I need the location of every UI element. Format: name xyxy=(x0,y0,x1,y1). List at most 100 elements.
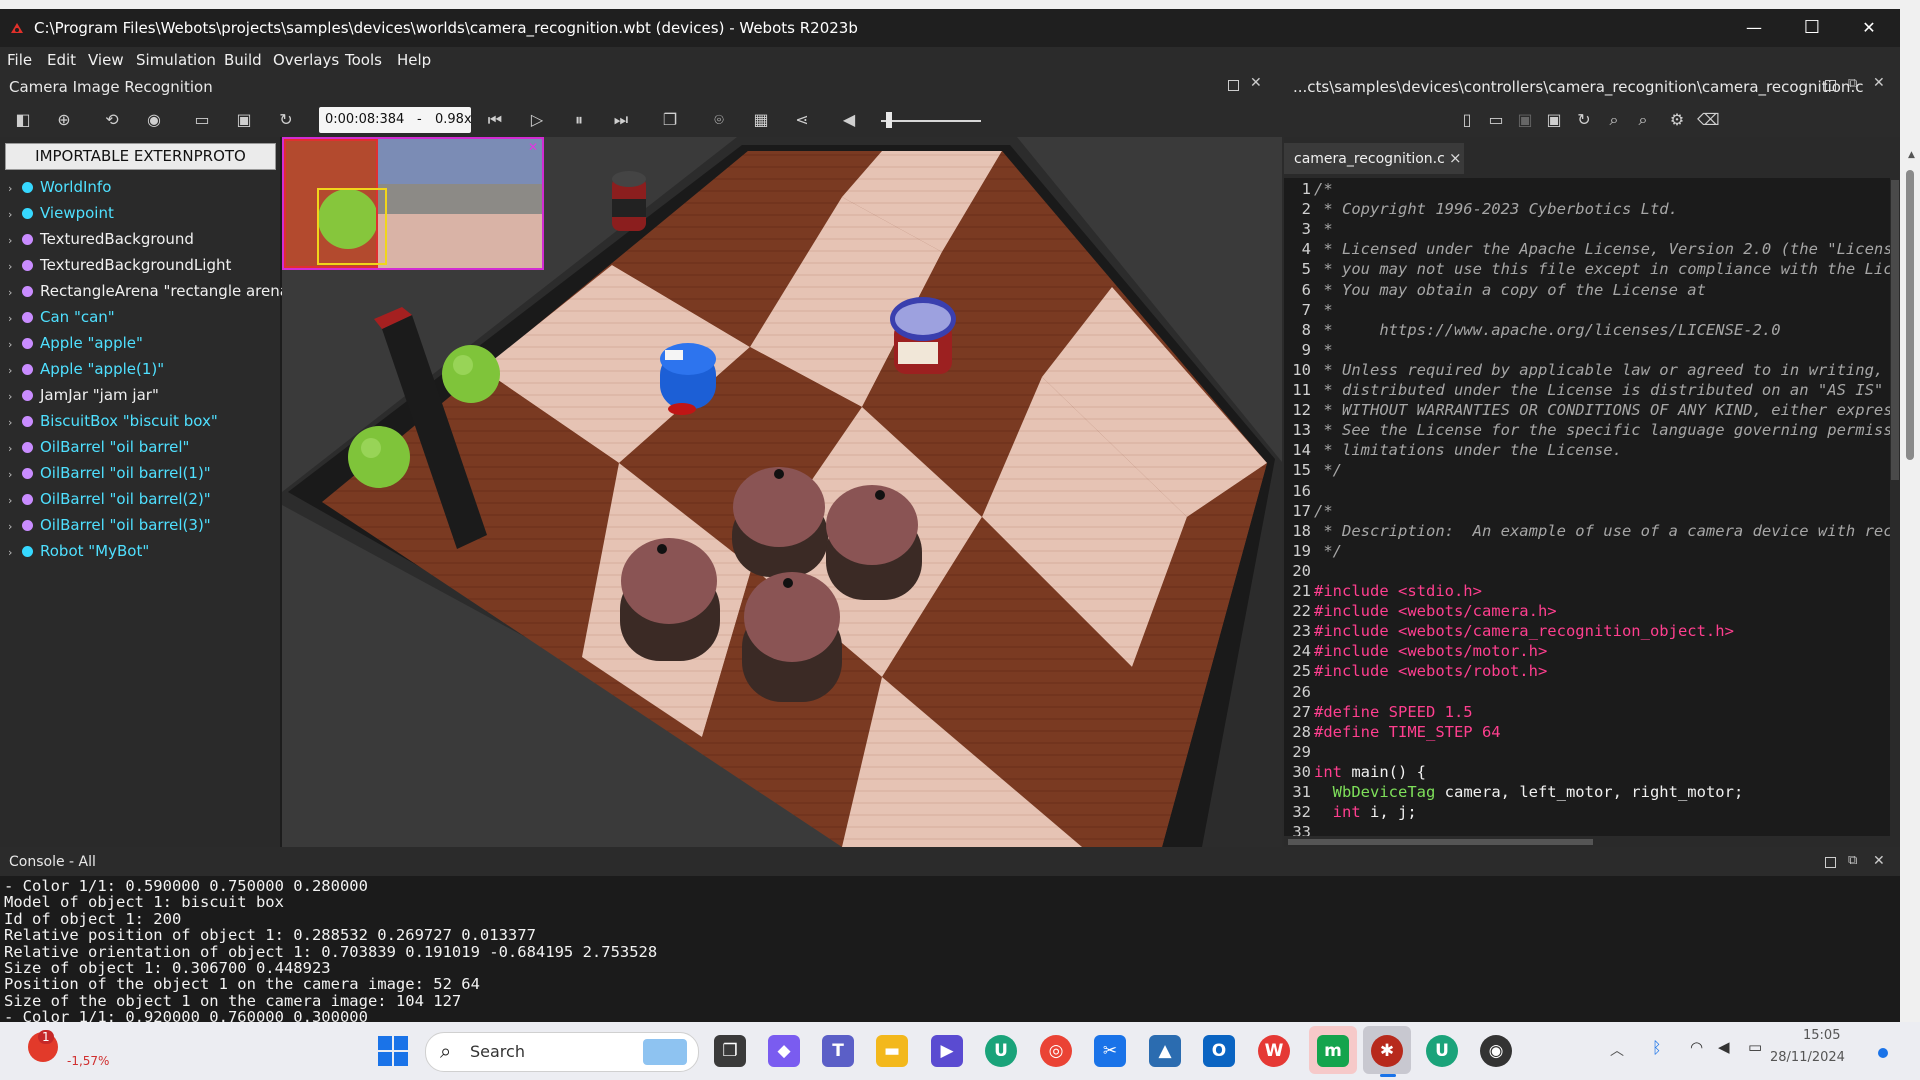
menu-simulation[interactable]: Simulation xyxy=(136,51,216,69)
console-float-icon[interactable]: ⧉ xyxy=(1848,853,1857,868)
step-icon[interactable]: ▷ xyxy=(527,110,547,130)
menu-build[interactable]: Build xyxy=(224,51,262,69)
scene-tree-item[interactable]: › TexturedBackgroundLight xyxy=(8,256,231,280)
expand-arrow-icon[interactable]: › xyxy=(8,520,22,533)
chrome-icon[interactable]: ◎ xyxy=(1040,1035,1072,1067)
editor-scrollbar-thumb[interactable] xyxy=(1891,180,1899,480)
rendering-icon[interactable]: ❐ xyxy=(660,110,680,130)
scene-tree-item[interactable]: › Apple "apple" xyxy=(8,334,143,358)
scroll-up-icon[interactable]: ▲ xyxy=(1908,150,1915,160)
clean-icon[interactable]: ⌫ xyxy=(1697,110,1720,130)
menu-tools[interactable]: Tools xyxy=(345,51,382,69)
snipping-tool-icon[interactable]: ✂ xyxy=(1094,1035,1126,1067)
scene-tree-item[interactable]: › TexturedBackground xyxy=(8,230,194,254)
copilot-icon[interactable]: ◆ xyxy=(768,1035,800,1067)
media-player-icon[interactable]: ▶ xyxy=(931,1035,963,1067)
task-view-icon[interactable]: ❐ xyxy=(714,1035,746,1067)
scene-tree-item[interactable]: › WorldInfo xyxy=(8,178,111,202)
photos-icon[interactable]: ▲ xyxy=(1149,1035,1181,1067)
obs-icon[interactable]: ◉ xyxy=(1480,1035,1512,1067)
wps-office-icon[interactable]: W xyxy=(1258,1035,1290,1067)
undock-icon[interactable] xyxy=(1228,80,1239,91)
screenshot-icon[interactable]: ⌾ xyxy=(709,110,729,130)
tray-bluetooth-icon[interactable]: ᛒ xyxy=(1652,1038,1662,1057)
mute-icon[interactable]: ◀ xyxy=(839,110,859,130)
clock-date[interactable]: 28/11/2024 xyxy=(1770,1050,1845,1065)
reload-world-icon[interactable]: ⟲ xyxy=(102,110,122,130)
expand-arrow-icon[interactable]: › xyxy=(8,338,22,351)
expand-arrow-icon[interactable]: › xyxy=(8,286,22,299)
panel-close-icon[interactable]: ✕ xyxy=(1250,75,1262,91)
wifi-icon[interactable]: ◠ xyxy=(1690,1038,1703,1056)
code-area[interactable]: 1/* 2 * Copyright 1996-2023 Cyberbotics L… xyxy=(1284,178,1890,836)
menu-file[interactable]: File xyxy=(7,51,32,69)
share-icon[interactable]: ⋖ xyxy=(792,110,812,130)
desktop-scroll-thumb[interactable] xyxy=(1906,170,1914,460)
scene-tree-item[interactable]: › Can "can" xyxy=(8,308,115,332)
scene-tree-item[interactable]: › OilBarrel "oil barrel" xyxy=(8,438,189,462)
expand-arrow-icon[interactable]: › xyxy=(8,234,22,247)
editor-vertical-scrollbar[interactable] xyxy=(1890,178,1900,836)
expand-arrow-icon[interactable]: › xyxy=(8,208,22,221)
expand-arrow-icon[interactable]: › xyxy=(8,260,22,273)
importable-externproto-button[interactable]: IMPORTABLE EXTERNPROTO xyxy=(5,143,276,170)
expand-arrow-icon[interactable]: › xyxy=(8,390,22,403)
find-icon[interactable]: ⌕ xyxy=(1604,110,1624,130)
upwork-icon[interactable]: U xyxy=(985,1035,1017,1067)
expand-arrow-icon[interactable]: › xyxy=(8,416,22,429)
open-world-icon[interactable]: ▭ xyxy=(192,110,212,130)
menu-help[interactable]: Help xyxy=(397,51,431,69)
toggle-scene-tree-icon[interactable]: ◧ xyxy=(13,110,33,130)
editor-close-icon[interactable]: ✕ xyxy=(1873,75,1885,91)
menu-view[interactable]: View xyxy=(88,51,124,69)
maximize-button[interactable]: ☐ xyxy=(1787,13,1837,43)
editor-float-icon[interactable]: ⧉ xyxy=(1848,76,1857,91)
scene-tree-item[interactable]: › Apple "apple(1)" xyxy=(8,360,164,384)
scene-tree-item[interactable]: › Viewpoint xyxy=(8,204,114,228)
expand-arrow-icon[interactable]: › xyxy=(8,546,22,559)
camera-image-overlay[interactable]: ✕ xyxy=(282,137,544,270)
new-file-icon[interactable]: ▯ xyxy=(1457,110,1477,130)
minitab-icon[interactable]: m xyxy=(1317,1035,1349,1067)
scene-tree-item[interactable]: › OilBarrel "oil barrel(1)" xyxy=(8,464,211,488)
open-file-icon[interactable]: ▭ xyxy=(1486,110,1506,130)
start-button[interactable] xyxy=(378,1036,408,1066)
expand-arrow-icon[interactable]: › xyxy=(8,182,22,195)
console-undock-icon[interactable] xyxy=(1825,857,1836,868)
replace-icon[interactable]: ⌕ xyxy=(1633,110,1653,130)
reset-simulation-icon[interactable]: ↻ xyxy=(276,110,296,130)
upwork-2-icon[interactable]: U xyxy=(1426,1035,1458,1067)
fast-forward-icon[interactable]: ⏭ xyxy=(611,110,631,130)
editor-tab-close-icon[interactable]: × xyxy=(1449,149,1462,167)
expand-arrow-icon[interactable]: › xyxy=(8,442,22,455)
scene-tree-item[interactable]: › OilBarrel "oil barrel(2)" xyxy=(8,490,211,514)
console-output[interactable]: - Color 1/1: 0.590000 0.750000 0.280000 M… xyxy=(0,876,1900,1022)
teams-icon[interactable]: T xyxy=(822,1035,854,1067)
volume-slider-handle[interactable] xyxy=(886,112,892,128)
movie-icon[interactable]: ▦ xyxy=(751,110,771,130)
editor-hscroll-thumb[interactable] xyxy=(1288,839,1593,845)
scene-tree-item[interactable]: › RectangleArena "rectangle arena" xyxy=(8,282,296,306)
editor-tab[interactable]: camera_recognition.c × xyxy=(1284,143,1464,174)
editor-undock-icon[interactable] xyxy=(1825,80,1836,91)
file-explorer-icon[interactable]: ▬ xyxy=(876,1035,908,1067)
tray-overflow-icon[interactable]: ︿ xyxy=(1610,1040,1624,1060)
expand-arrow-icon[interactable]: › xyxy=(8,312,22,325)
save-as-icon[interactable]: ▣ xyxy=(1544,110,1564,130)
menu-edit[interactable]: Edit xyxy=(47,51,76,69)
volume-icon[interactable]: ◀ xyxy=(1718,1038,1730,1056)
add-node-icon[interactable]: ⊕ xyxy=(54,110,74,130)
build-settings-icon[interactable]: ⚙ xyxy=(1667,110,1687,130)
editor-horizontal-scrollbar[interactable] xyxy=(1284,837,1890,847)
console-close-icon[interactable]: ✕ xyxy=(1873,853,1885,869)
pause-icon[interactable]: ⏸ xyxy=(569,110,589,130)
camera-overlay-close-icon[interactable]: ✕ xyxy=(528,140,538,154)
outlook-icon[interactable]: O xyxy=(1203,1035,1235,1067)
step-back-icon[interactable]: ⏮ xyxy=(485,110,505,130)
menu-overlays[interactable]: Overlays xyxy=(273,51,339,69)
expand-arrow-icon[interactable]: › xyxy=(8,494,22,507)
clock-time[interactable]: 15:05 xyxy=(1803,1028,1840,1043)
webots-taskbar-icon[interactable]: ✱ xyxy=(1371,1035,1403,1067)
battery-icon[interactable]: ▭ xyxy=(1748,1038,1762,1056)
save-world-icon[interactable]: ▣ xyxy=(234,110,254,130)
